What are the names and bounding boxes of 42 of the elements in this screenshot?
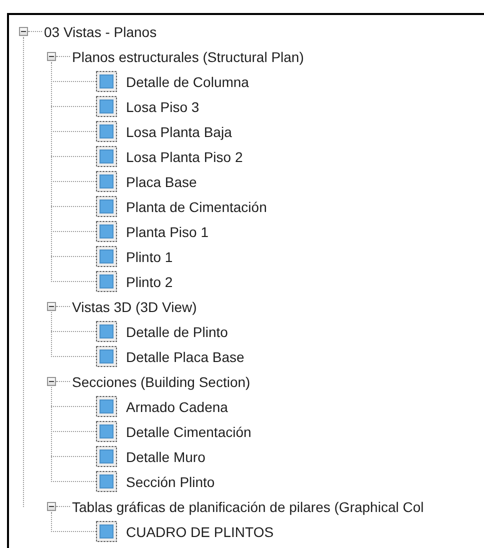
collapse-icon[interactable]	[19, 27, 28, 36]
view-icon	[96, 421, 117, 442]
view-icon	[96, 396, 117, 417]
view-icon	[96, 71, 117, 92]
view-label[interactable]: Detalle Placa Base	[124, 348, 246, 364]
view-label[interactable]: Detalle Muro	[124, 448, 208, 464]
folder-label[interactable]: Vistas 3D (3D View)	[70, 298, 199, 314]
folder-label[interactable]: Tablas gráficas de planificación de pilares (Graphical Col	[70, 498, 426, 514]
folder-label[interactable]: Secciones (Building Section)	[70, 374, 252, 390]
view-icon	[96, 446, 117, 467]
view-label[interactable]: Detalle Cimentación	[124, 424, 254, 440]
view-icon	[96, 271, 117, 292]
view-icon	[96, 121, 117, 142]
view-icon	[96, 196, 117, 217]
collapse-icon[interactable]	[47, 377, 56, 386]
view-label[interactable]: Detalle de Columna	[124, 74, 251, 90]
collapse-icon[interactable]	[47, 302, 56, 311]
view-label[interactable]: CUADRO DE PLINTOS	[124, 524, 276, 540]
view-label[interactable]: Sección Plinto	[124, 474, 217, 490]
view-label[interactable]: Losa Planta Piso 2	[124, 148, 245, 164]
folder-label[interactable]: Planos estructurales (Structural Plan)	[70, 48, 306, 64]
view-icon	[96, 246, 117, 267]
view-label[interactable]: Plinto 1	[124, 248, 175, 264]
collapse-icon[interactable]	[47, 502, 56, 511]
view-label[interactable]: Plinto 2	[124, 274, 175, 290]
view-icon	[96, 146, 117, 167]
view-icon	[96, 221, 117, 242]
view-label[interactable]: Planta de Cimentación	[124, 198, 269, 214]
view-label[interactable]: Losa Planta Baja	[124, 124, 234, 140]
view-icon	[96, 471, 117, 492]
view-icon	[96, 321, 117, 342]
view-label[interactable]: Losa Piso 3	[124, 98, 202, 114]
view-icon	[96, 96, 117, 117]
folder-label[interactable]: 03 Vistas - Planos	[42, 24, 159, 40]
view-icon	[96, 346, 117, 367]
view-label[interactable]: Placa Base	[124, 174, 199, 190]
view-icon	[96, 521, 117, 542]
view-label[interactable]: Armado Cadena	[124, 398, 230, 414]
collapse-icon[interactable]	[47, 52, 56, 61]
view-label[interactable]: Detalle de Plinto	[124, 324, 230, 340]
view-icon	[96, 171, 117, 192]
view-label[interactable]: Planta Piso 1	[124, 224, 210, 240]
